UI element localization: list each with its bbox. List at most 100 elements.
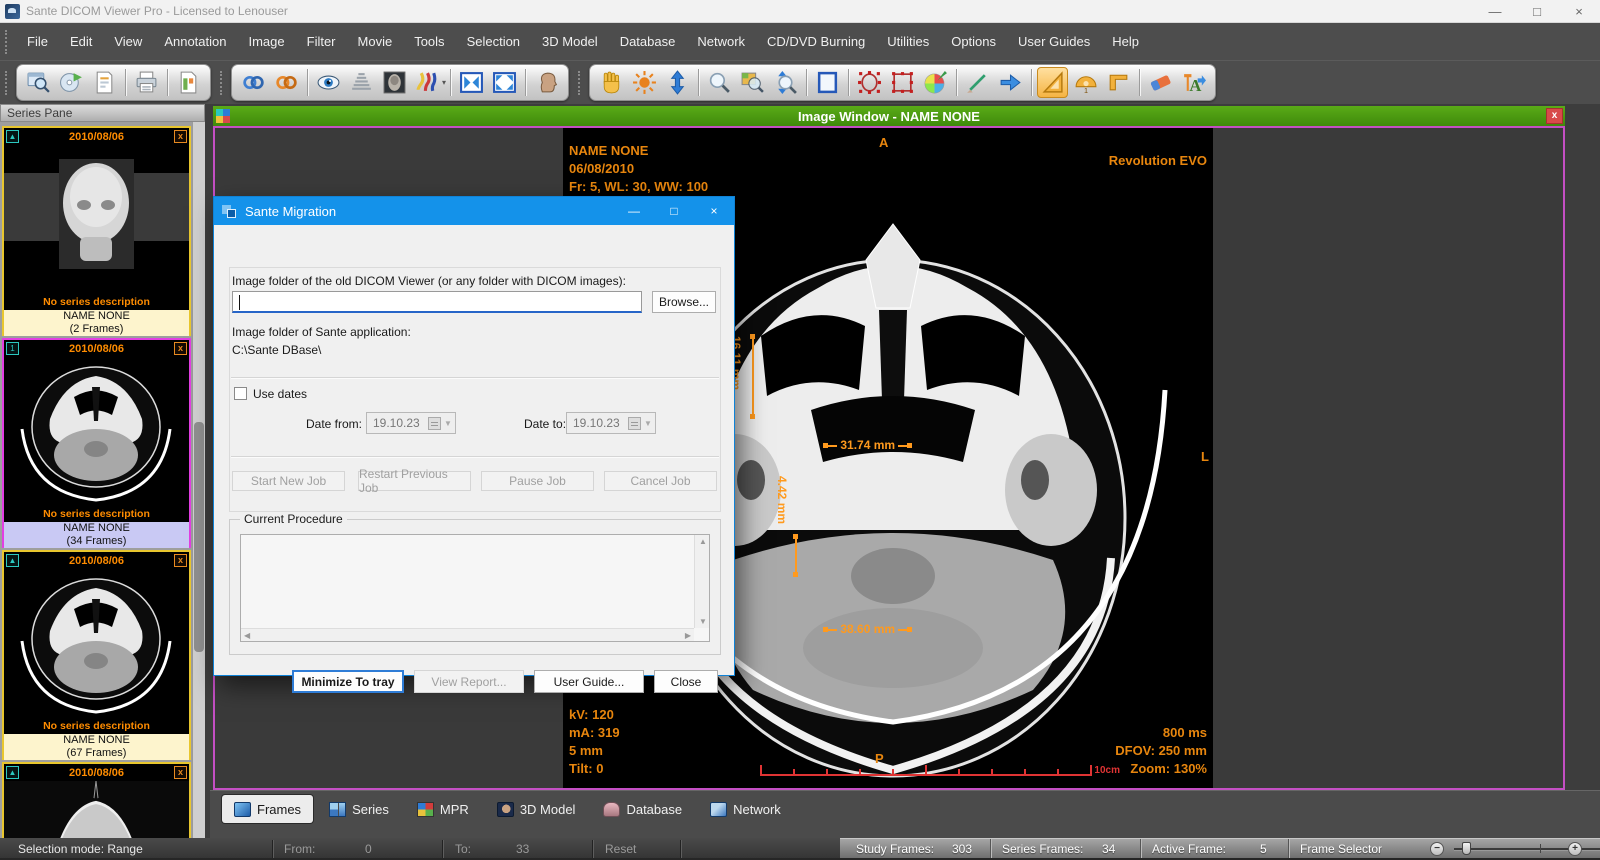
minimize-to-tray-button[interactable]: Minimize To tray xyxy=(292,670,404,693)
menu-annotation[interactable]: Annotation xyxy=(153,23,237,60)
rectangle-roi-icon[interactable] xyxy=(887,67,918,98)
scrollbar-thumb[interactable] xyxy=(194,422,204,652)
protractor-icon[interactable]: 1 xyxy=(1070,67,1101,98)
eraser-icon[interactable] xyxy=(1145,67,1176,98)
user-guide-button[interactable]: User Guide... xyxy=(534,670,644,693)
dialog-minimize-button[interactable]: — xyxy=(614,197,654,225)
menu-network[interactable]: Network xyxy=(686,23,756,60)
menu-utilities[interactable]: Utilities xyxy=(876,23,940,60)
reference-frame-icon[interactable] xyxy=(379,67,410,98)
scroll-frames-icon[interactable] xyxy=(662,67,693,98)
series-close-icon[interactable]: x xyxy=(174,766,187,779)
date-from-field[interactable]: 19.10.23▼ xyxy=(366,412,456,434)
use-dates-label[interactable]: Use dates xyxy=(253,387,307,401)
frame-minus-button[interactable]: − xyxy=(1430,842,1444,856)
print-icon[interactable] xyxy=(131,67,162,98)
menu-image[interactable]: Image xyxy=(237,23,295,60)
menu-3d-model[interactable]: 3D Model xyxy=(531,23,609,60)
cd-burn-icon[interactable] xyxy=(56,67,87,98)
3d-head-icon[interactable] xyxy=(531,67,562,98)
date-dropdown-icon[interactable]: ▼ xyxy=(441,419,455,428)
old-folder-input[interactable] xyxy=(232,291,642,313)
menu-help[interactable]: Help xyxy=(1101,23,1150,60)
scroll-left-icon[interactable]: ◀ xyxy=(244,631,250,640)
series-close-icon[interactable]: x xyxy=(174,130,187,143)
listbox-hscrollbar[interactable]: ◀▶ xyxy=(241,628,694,641)
window-level-icon[interactable] xyxy=(346,67,377,98)
menu-edit[interactable]: Edit xyxy=(59,23,103,60)
image-window-menu-icon[interactable] xyxy=(216,109,230,123)
menu-view[interactable]: View xyxy=(103,23,153,60)
date-to-field[interactable]: 19.10.23▼ xyxy=(566,412,656,434)
toolbar-grip-2[interactable] xyxy=(220,71,225,95)
scroll-down-icon[interactable]: ▼ xyxy=(699,617,707,626)
draw-arrow-icon[interactable] xyxy=(995,67,1026,98)
browse-button[interactable]: Browse... xyxy=(652,291,716,313)
palette-dropdown-icon[interactable]: ▾ xyxy=(442,78,446,87)
cancel-job-button[interactable]: Cancel Job xyxy=(604,471,717,491)
procedure-listbox[interactable]: ▲▼ ◀▶ xyxy=(240,534,710,642)
report-icon[interactable] xyxy=(89,67,120,98)
dialog-close-button[interactable]: × xyxy=(694,197,734,225)
fit-to-window-icon[interactable] xyxy=(456,67,487,98)
series-thumbnail-image[interactable] xyxy=(4,357,189,507)
draw-line-pencil-icon[interactable] xyxy=(962,67,993,98)
show-overlays-eye-icon[interactable] xyxy=(313,67,344,98)
tab-mpr[interactable]: MPR xyxy=(405,795,481,823)
tab-series[interactable]: Series xyxy=(317,795,401,823)
link-series-icon[interactable] xyxy=(271,67,302,98)
series-thumbnail-image[interactable] xyxy=(4,781,189,838)
measurement-16mm[interactable]: 16.11 mm xyxy=(731,334,771,424)
measurement-4mm[interactable]: 4.42 mm xyxy=(775,476,815,586)
cobb-angle-icon[interactable] xyxy=(1103,67,1134,98)
menu-cddvd-burning[interactable]: CD/DVD Burning xyxy=(756,23,876,60)
close-dialog-button[interactable]: Close xyxy=(654,670,718,693)
series-close-icon[interactable]: x xyxy=(174,554,187,567)
menu-drag-grip[interactable] xyxy=(5,30,10,54)
close-button[interactable]: × xyxy=(1558,0,1600,22)
scroll-up-icon[interactable]: ▲ xyxy=(699,537,707,546)
zoom-selection-icon[interactable] xyxy=(737,67,768,98)
series-thumbnail-2-selected[interactable]: 1 2010/08/06 x No series description NAM… xyxy=(2,338,191,548)
tab-network[interactable]: Network xyxy=(698,795,793,823)
zoom-dynamic-icon[interactable] xyxy=(770,67,801,98)
measurement-31mm[interactable]: 31.74 mm xyxy=(823,438,912,452)
reset-button[interactable]: Reset xyxy=(605,838,636,860)
scroll-right-icon[interactable]: ▶ xyxy=(685,631,691,640)
series-pane-scrollbar[interactable] xyxy=(192,122,205,838)
toolbar-grip-3[interactable] xyxy=(578,71,583,95)
menu-user-guides[interactable]: User Guides xyxy=(1007,23,1101,60)
restore-button[interactable]: □ xyxy=(1516,0,1558,22)
calendar-icon[interactable] xyxy=(428,417,441,430)
calendar-icon[interactable] xyxy=(628,417,641,430)
menu-database[interactable]: Database xyxy=(609,23,687,60)
start-new-job-button[interactable]: Start New Job xyxy=(232,471,345,491)
text-annotation-icon[interactable]: A xyxy=(1178,67,1209,98)
open-study-icon[interactable] xyxy=(23,67,54,98)
measurement-38mm[interactable]: 38.60 mm xyxy=(823,622,912,636)
dialog-maximize-button[interactable]: □ xyxy=(654,197,694,225)
sync-series-icon[interactable] xyxy=(238,67,269,98)
color-wheel-icon[interactable] xyxy=(920,67,951,98)
pause-job-button[interactable]: Pause Job xyxy=(481,471,594,491)
image-window-title-bar[interactable]: Image Window - NAME NONE x xyxy=(213,106,1565,126)
ruler-icon[interactable] xyxy=(1037,67,1068,98)
series-close-icon[interactable]: x xyxy=(174,342,187,355)
pan-hand-icon[interactable] xyxy=(596,67,627,98)
menu-file[interactable]: File xyxy=(16,23,59,60)
menu-tools[interactable]: Tools xyxy=(403,23,455,60)
palette-presets-icon[interactable] xyxy=(412,67,443,98)
dialog-title-bar[interactable]: Sante Migration — □ × xyxy=(214,197,734,225)
ellipse-roi-icon[interactable] xyxy=(854,67,885,98)
zoom-magnifier-icon[interactable] xyxy=(704,67,735,98)
series-thumbnail-image[interactable] xyxy=(4,569,189,719)
menu-selection[interactable]: Selection xyxy=(456,23,531,60)
minimize-button[interactable]: — xyxy=(1474,0,1516,22)
brightness-sun-icon[interactable] xyxy=(629,67,660,98)
view-report-button[interactable]: View Report... xyxy=(414,670,524,693)
menu-options[interactable]: Options xyxy=(940,23,1007,60)
tab-database[interactable]: Database xyxy=(591,795,694,823)
series-thumbnail-4[interactable]: ▲ 2010/08/06 x xyxy=(2,762,191,838)
date-dropdown-icon[interactable]: ▼ xyxy=(641,419,655,428)
series-thumbnail-image[interactable] xyxy=(4,145,189,295)
